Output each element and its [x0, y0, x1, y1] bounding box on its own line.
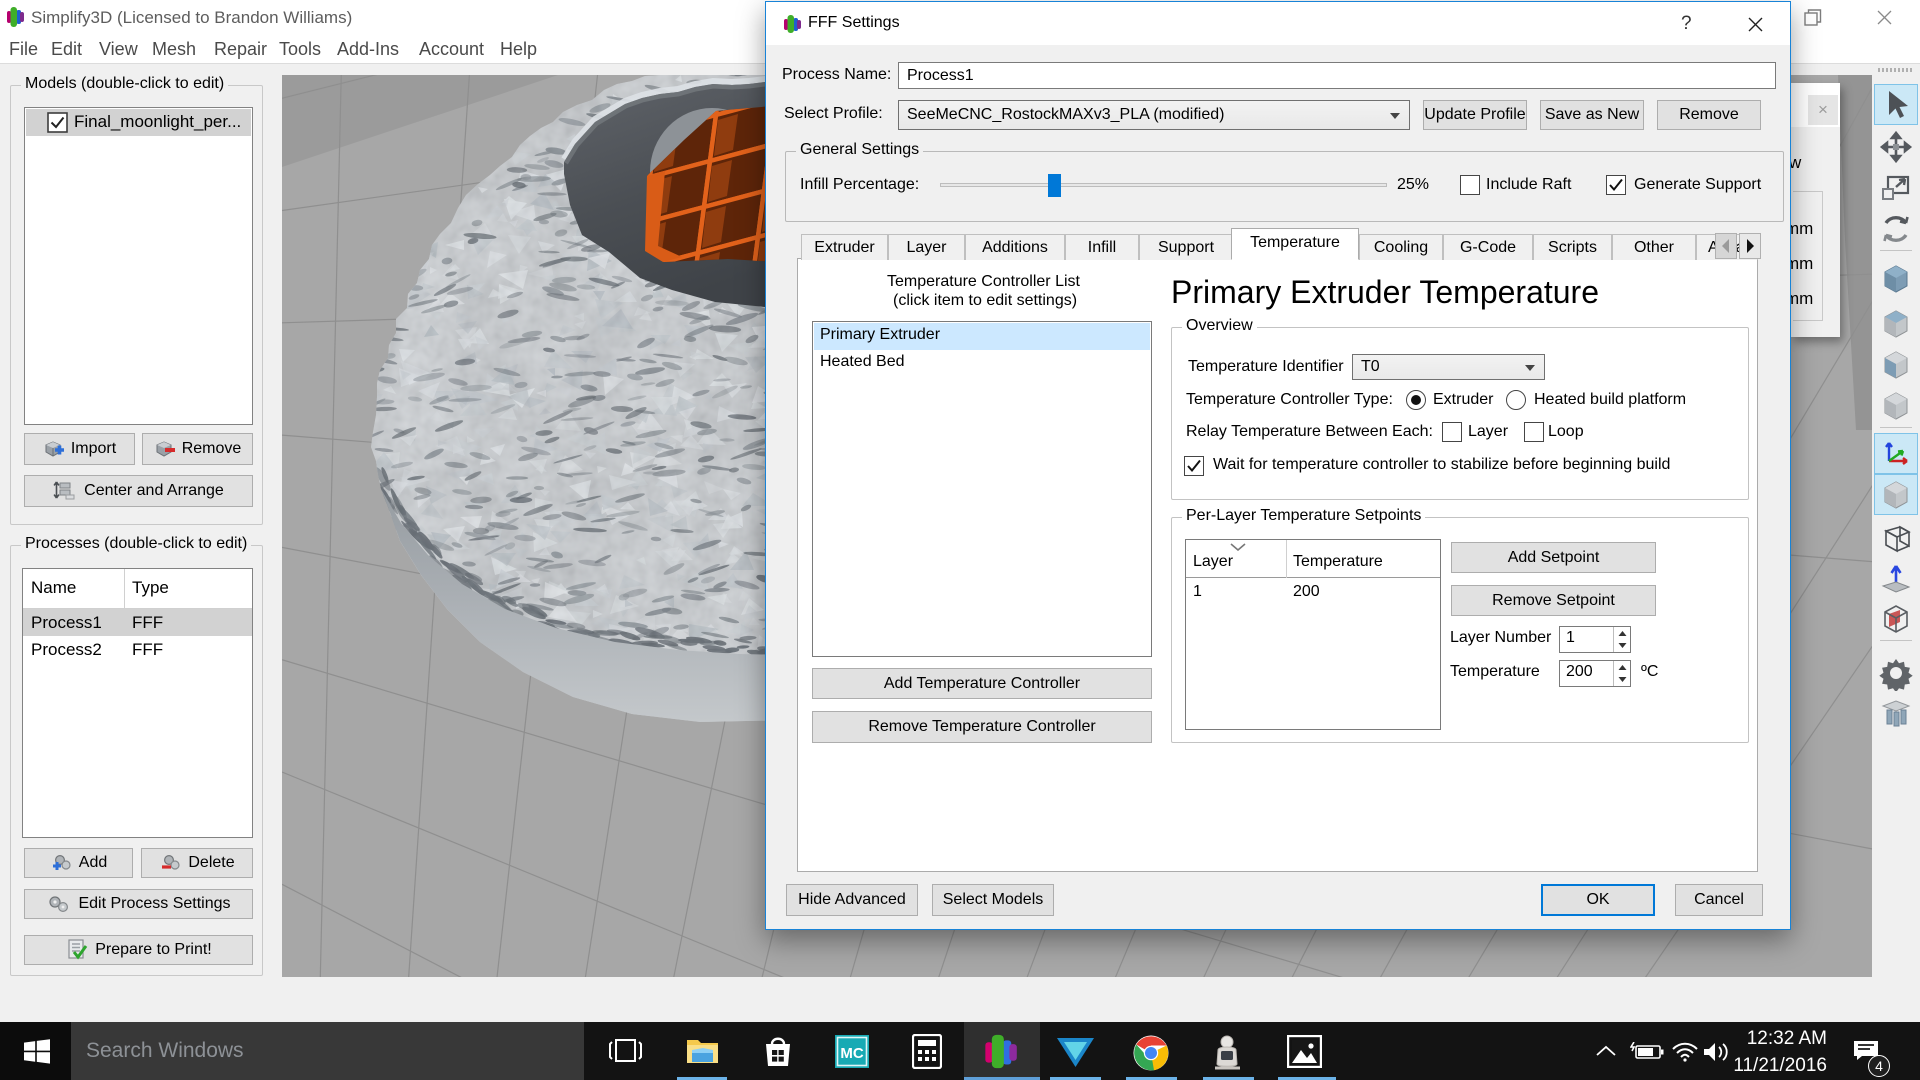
svg-text:MC: MC [840, 1045, 863, 1062]
